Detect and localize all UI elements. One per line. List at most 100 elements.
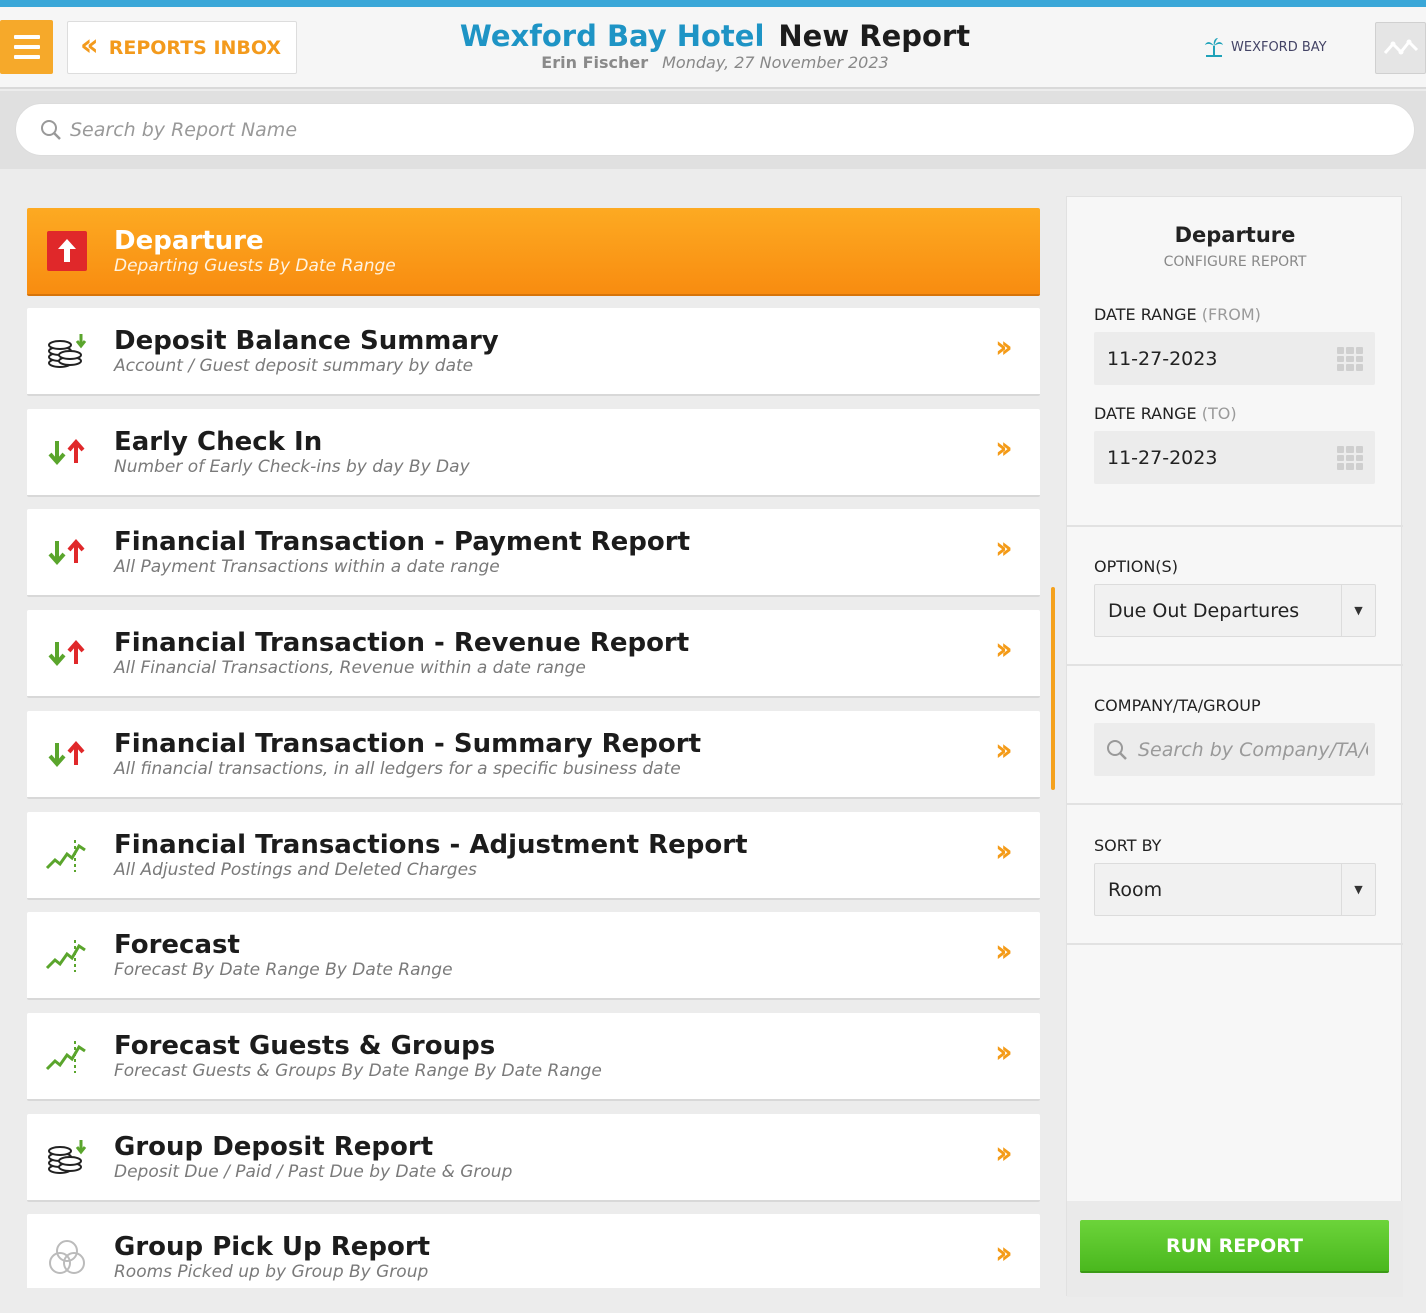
- report-item[interactable]: Group Pick Up Report Rooms Picked up by G…: [27, 1214, 1040, 1288]
- configure-report-panel: Departure CONFIGURE REPORT DATE RANGE (F…: [1066, 196, 1403, 1297]
- report-title: Forecast Guests & Groups: [114, 1030, 496, 1061]
- calendar-icon[interactable]: [1337, 446, 1363, 470]
- double-chevron-right-icon[interactable]: ››: [995, 330, 1013, 365]
- report-item[interactable]: Financial Transaction - Payment Report Al…: [27, 509, 1040, 598]
- arrows-up-down-icon: [44, 429, 90, 475]
- report-title: Financial Transaction - Revenue Report: [114, 628, 690, 659]
- company-search-input[interactable]: [1138, 738, 1368, 761]
- report-description: All Payment Transactions within a date r…: [114, 557, 500, 578]
- report-title: Group Pick Up Report: [114, 1232, 431, 1263]
- report-title: Financial Transaction - Summary Report: [114, 728, 702, 759]
- hamburger-icon: [13, 35, 40, 39]
- config-title: Departure: [1174, 223, 1296, 247]
- report-description: Departing Guests By Date Range: [114, 256, 396, 276]
- date-to-label: DATE RANGE (TO): [1094, 404, 1237, 423]
- departure-arrow-icon: [44, 228, 90, 274]
- activity-graph-button[interactable]: [1375, 22, 1426, 74]
- brand-label: WEXFORD BAY: [1231, 39, 1327, 55]
- double-chevron-right-icon[interactable]: ››: [995, 934, 1013, 969]
- double-chevron-right-icon[interactable]: ››: [995, 431, 1013, 466]
- report-item[interactable]: Financial Transaction - Summary Report Al…: [27, 710, 1040, 799]
- page-title: New Report: [778, 19, 971, 53]
- report-title: Group Deposit Report: [114, 1131, 434, 1162]
- reports-inbox-back-button[interactable]: ‹‹ REPORTS INBOX: [67, 21, 297, 74]
- divider: [1067, 664, 1403, 666]
- search-bar-area: [0, 91, 1426, 169]
- report-title: Departure: [114, 226, 264, 256]
- report-title: Financial Transaction - Payment Report: [114, 527, 691, 558]
- double-chevron-right-icon[interactable]: ››: [995, 531, 1013, 566]
- trend-line-icon: [44, 832, 90, 878]
- report-title: Deposit Balance Summary: [114, 326, 499, 356]
- date-from-label: DATE RANGE (FROM): [1094, 305, 1261, 324]
- report-description: Account / Guest deposit summary by date: [114, 356, 474, 376]
- coins-icon: [44, 328, 90, 374]
- report-item[interactable]: Early Check In Number of Early Check-ins …: [27, 408, 1040, 497]
- options-value: Due Out Departures: [1108, 599, 1300, 622]
- report-description: All Adjusted Postings and Deleted Charge…: [114, 859, 477, 880]
- back-button-label: REPORTS INBOX: [108, 36, 282, 59]
- divider: [1067, 943, 1403, 945]
- report-description: Deposit Due / Paid / Past Due by Date & …: [114, 1161, 513, 1182]
- top-accent-bar: [0, 0, 1426, 7]
- sort-by-value: Room: [1108, 878, 1163, 901]
- report-search-box[interactable]: [15, 103, 1415, 156]
- title-block: Wexford Bay Hotel New Report Erin Fischer…: [440, 19, 990, 72]
- report-item[interactable]: Departure Departing Guests By Date Range: [27, 208, 1040, 296]
- report-description: All financial transactions, in all ledge…: [114, 758, 681, 779]
- brand-logo: WEXFORD BAY: [1203, 37, 1327, 57]
- double-chevron-right-icon[interactable]: ››: [995, 632, 1013, 667]
- calendar-icon[interactable]: [1337, 347, 1363, 371]
- report-item[interactable]: Forecast Guests & Groups Forecast Guests …: [27, 1012, 1040, 1101]
- double-chevron-right-icon[interactable]: ››: [995, 1236, 1013, 1271]
- report-item[interactable]: Forecast Forecast By Date Range By Date R…: [27, 912, 1040, 1001]
- report-item[interactable]: Deposit Balance Summary Account / Guest d…: [27, 308, 1040, 396]
- date-from-field[interactable]: 11-27-2023: [1094, 332, 1375, 385]
- activity-graph-icon: [1383, 39, 1418, 55]
- circles-icon: [44, 1234, 90, 1280]
- date-to-field[interactable]: 11-27-2023: [1094, 431, 1375, 484]
- double-chevron-right-icon[interactable]: ››: [995, 834, 1013, 869]
- hotel-name: Wexford Bay Hotel: [459, 19, 765, 53]
- palm-tree-icon: [1205, 38, 1223, 57]
- report-item[interactable]: Financial Transaction - Revenue Report Al…: [27, 610, 1040, 699]
- report-item[interactable]: Financial Transactions - Adjustment Repo…: [27, 811, 1040, 900]
- report-title: Forecast: [114, 930, 240, 961]
- double-chevron-left-icon: ‹‹: [80, 27, 99, 63]
- arrows-up-down-icon: [44, 630, 90, 676]
- current-date: Monday, 27 November 2023: [662, 53, 889, 72]
- scroll-indicator[interactable]: [1051, 587, 1055, 790]
- options-label: OPTION(S): [1094, 557, 1178, 576]
- sort-by-label: SORT BY: [1094, 836, 1162, 855]
- report-description: All Financial Transactions, Revenue with…: [114, 658, 586, 679]
- coins-icon: [44, 1134, 90, 1180]
- report-title: Financial Transactions - Adjustment Repo…: [114, 829, 748, 860]
- report-description: Number of Early Check-ins by day By Day: [114, 456, 470, 477]
- double-chevron-right-icon[interactable]: ››: [995, 1136, 1013, 1171]
- date-to-value: 11-27-2023: [1107, 446, 1218, 469]
- arrows-up-down-icon: [44, 731, 90, 777]
- report-item[interactable]: Group Deposit Report Deposit Due / Paid /…: [27, 1113, 1040, 1202]
- report-title: Early Check In: [114, 426, 323, 457]
- double-chevron-right-icon[interactable]: ››: [995, 1035, 1013, 1070]
- report-description: Rooms Picked up by Group By Group: [114, 1262, 429, 1283]
- caret-down-icon: ▼: [1341, 585, 1375, 636]
- arrows-up-down-icon: [44, 529, 90, 575]
- date-from-value: 11-27-2023: [1107, 347, 1218, 370]
- report-search-input[interactable]: [70, 118, 1370, 141]
- divider: [1067, 803, 1403, 805]
- caret-down-icon: ▼: [1341, 864, 1375, 915]
- double-chevron-right-icon[interactable]: ››: [995, 733, 1013, 768]
- run-report-area: RUN REPORT: [1067, 1201, 1403, 1297]
- config-subtitle: CONFIGURE REPORT: [1163, 254, 1307, 270]
- header: ‹‹ REPORTS INBOX Wexford Bay Hotel New Re…: [0, 7, 1426, 89]
- report-description: Forecast By Date Range By Date Range: [114, 960, 453, 981]
- run-report-button[interactable]: RUN REPORT: [1080, 1220, 1389, 1273]
- company-label: COMPANY/TA/GROUP: [1094, 696, 1261, 715]
- options-select[interactable]: Due Out Departures ▼: [1094, 584, 1376, 637]
- company-search-box[interactable]: [1094, 723, 1375, 776]
- search-icon: [1107, 739, 1127, 760]
- menu-button[interactable]: [0, 20, 53, 74]
- sort-by-select[interactable]: Room ▼: [1094, 863, 1376, 916]
- report-description: Forecast Guests & Groups By Date Range B…: [114, 1060, 602, 1081]
